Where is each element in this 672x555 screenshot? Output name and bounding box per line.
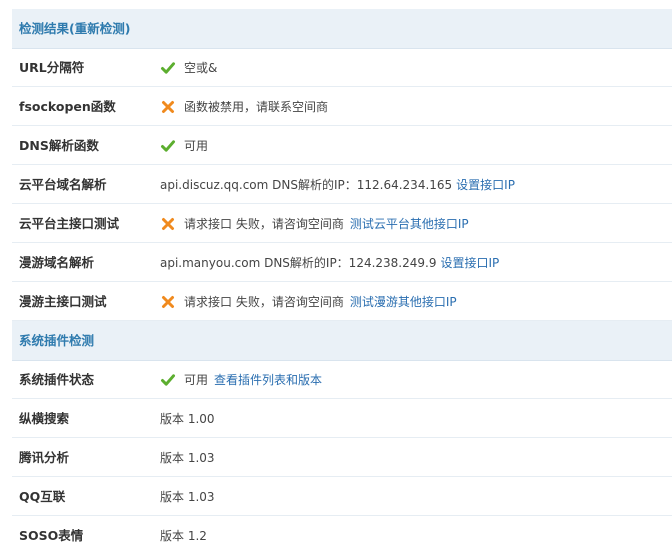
plugin-row-qq-connect: QQ互联 版本 1.03 [12, 477, 672, 516]
row-value: 空或& [184, 61, 218, 75]
row-label: 腾讯分析 [19, 450, 70, 465]
check-icon [161, 373, 175, 386]
plugin-row-status: 系统插件状态 可用 查看插件列表和版本 [12, 360, 672, 399]
result-row-url-separator: URL分隔符 空或& [12, 48, 672, 87]
section-title[interactable]: 检测结果(重新检测) [19, 9, 130, 49]
section-header-plugins: 系统插件检测 [12, 321, 672, 361]
result-row-cloud-interface-test: 云平台主接口测试 请求接口 失败，请咨询空间商 测试云平台其他接口IP [12, 204, 672, 243]
row-value: 函数被禁用，请联系空间商 [184, 100, 329, 114]
set-interface-ip-link[interactable]: 设置接口IP [456, 176, 515, 193]
plugin-row-soso-emoji: SOSO表情 版本 1.2 [12, 516, 672, 555]
row-value: 版本 1.2 [160, 529, 207, 543]
row-value: api.discuz.qq.com DNS解析的IP：112.64.234.16… [160, 178, 453, 192]
plugin-row-search: 纵横搜索 版本 1.00 [12, 399, 672, 438]
row-label: 漫游域名解析 [19, 255, 95, 270]
result-row-cloud-dns: 云平台域名解析 api.discuz.qq.com DNS解析的IP：112.6… [12, 165, 672, 204]
row-value: 版本 1.03 [160, 490, 215, 504]
row-label: 漫游主接口测试 [19, 294, 107, 309]
set-interface-ip-link[interactable]: 设置接口IP [440, 254, 499, 271]
row-label: 云平台域名解析 [19, 177, 107, 192]
row-label: QQ互联 [19, 489, 66, 504]
cross-icon [162, 295, 174, 308]
row-label: 云平台主接口测试 [19, 216, 120, 231]
result-row-dns-function: DNS解析函数 可用 [12, 126, 672, 165]
row-label: SOSO表情 [19, 528, 84, 543]
row-value: api.manyou.com DNS解析的IP：124.238.249.9 [160, 256, 437, 270]
result-row-fsockopen: fsockopen函数 函数被禁用，请联系空间商 [12, 87, 672, 126]
row-value: 版本 1.00 [160, 412, 215, 426]
row-label: DNS解析函数 [19, 138, 99, 153]
row-label: 纵横搜索 [19, 411, 70, 426]
check-icon [161, 61, 175, 74]
section-title: 系统插件检测 [19, 333, 95, 348]
plugin-row-analytics: 腾讯分析 版本 1.03 [12, 438, 672, 477]
row-value: 版本 1.03 [160, 451, 215, 465]
row-label: fsockopen函数 [19, 99, 116, 114]
check-icon [161, 139, 175, 152]
cross-icon [162, 100, 174, 113]
row-value: 可用 [184, 373, 209, 387]
row-value: 可用 [184, 139, 209, 153]
test-manyou-other-ip-link[interactable]: 测试漫游其他接口IP [350, 293, 457, 310]
row-label: URL分隔符 [19, 60, 85, 75]
cross-icon [162, 217, 174, 230]
row-value: 请求接口 失败，请咨询空间商 [184, 295, 344, 309]
result-row-manyou-interface-test: 漫游主接口测试 请求接口 失败，请咨询空间商 测试漫游其他接口IP [12, 282, 672, 321]
view-plugin-list-link[interactable]: 查看插件列表和版本 [214, 371, 322, 388]
section-header-results: 检测结果(重新检测) [12, 9, 672, 49]
row-value: 请求接口 失败，请咨询空间商 [184, 217, 344, 231]
result-row-manyou-dns: 漫游域名解析 api.manyou.com DNS解析的IP：124.238.2… [12, 243, 672, 282]
test-cloud-other-ip-link[interactable]: 测试云平台其他接口IP [350, 215, 469, 232]
row-label: 系统插件状态 [19, 372, 95, 387]
